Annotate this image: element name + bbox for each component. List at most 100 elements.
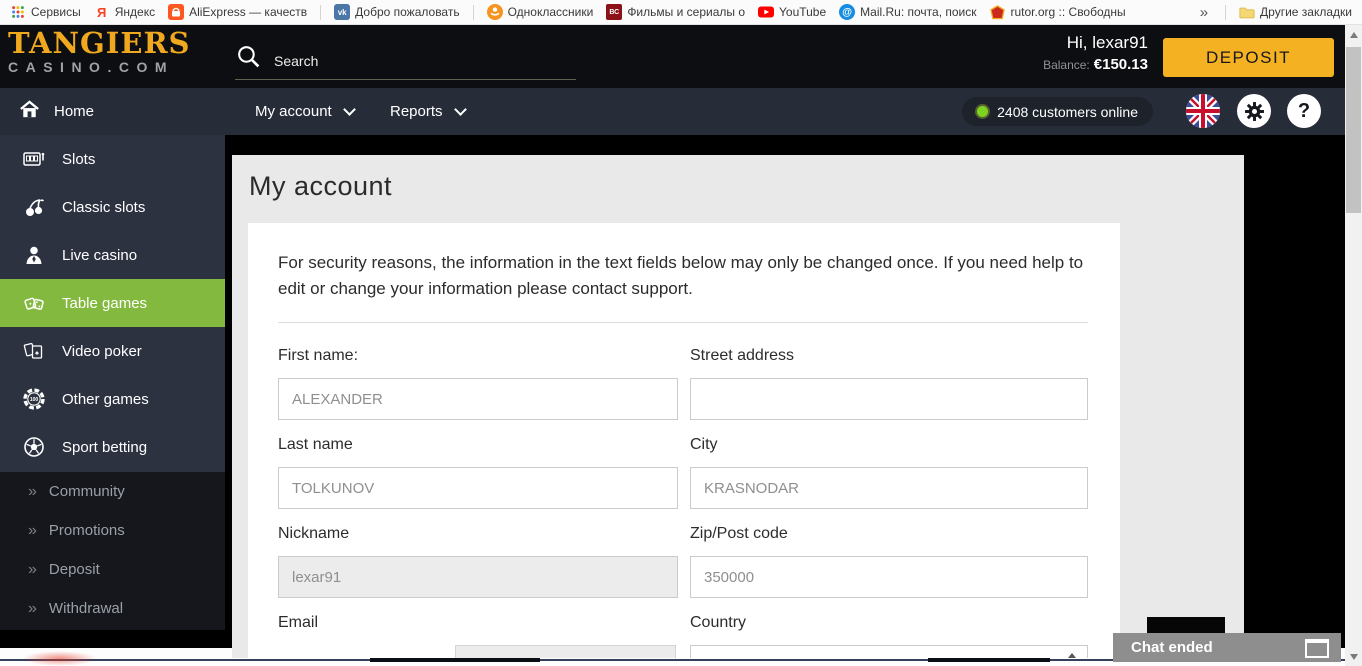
last-name-input[interactable] xyxy=(278,467,678,509)
sidebar-item-video-poker[interactable]: ♠ Video poker xyxy=(0,327,225,375)
sidebar-item-other-games[interactable]: 100 Other games xyxy=(0,375,225,423)
user-info: Hi, lexar91 Balance: €150.13 xyxy=(1043,32,1148,75)
taskbar-segment xyxy=(370,658,540,662)
bookmark-movies[interactable]: ВС Фильмы и сериалы о xyxy=(606,4,745,20)
first-name-input[interactable] xyxy=(278,378,678,420)
bookmark-rutor[interactable]: rutor.org :: Свободны xyxy=(990,4,1126,20)
bookmark-label: Добро пожаловать xyxy=(355,5,460,19)
site-header: TANGIERS CASINO.COM Hi, lexar91 Balance:… xyxy=(0,25,1345,88)
balance-row: Balance: €150.13 xyxy=(1043,55,1148,75)
scrollbar-thumb[interactable] xyxy=(1346,47,1361,213)
football-icon xyxy=(20,435,47,459)
yandex-icon: Я xyxy=(97,4,107,20)
language-flag-button[interactable] xyxy=(1186,94,1220,128)
security-notice: For security reasons, the information in… xyxy=(278,253,1084,298)
sidebar-item-promotions[interactable]: » Promotions xyxy=(0,511,225,550)
sidebar-item-deposit[interactable]: » Deposit xyxy=(0,550,225,589)
chip-icon: 100 xyxy=(20,387,47,411)
bookmark-aliexpress[interactable]: AliExpress — качеств xyxy=(168,4,307,20)
nav-reports[interactable]: Reports xyxy=(390,88,467,135)
sidebar-item-live-casino[interactable]: Live casino xyxy=(0,231,225,279)
site-logo[interactable]: TANGIERS CASINO.COM xyxy=(8,28,190,75)
nav-home[interactable]: Home xyxy=(18,88,94,135)
logo-line2: CASINO.COM xyxy=(8,59,174,75)
select-caret-icon xyxy=(1068,653,1076,658)
customers-online-text: 2408 customers online xyxy=(997,103,1138,120)
screen: Сервисы Я Яндекс AliExpress — качеств vk… xyxy=(0,0,1362,666)
bookmark-label: Фильмы и сериалы о xyxy=(627,5,745,19)
sidebar-item-community[interactable]: » Community xyxy=(0,472,225,511)
country-select[interactable]: Russian Federation xyxy=(690,645,1088,658)
dice-icon xyxy=(20,291,47,315)
sidebar-item-withdrawal[interactable]: » Withdrawal xyxy=(0,589,225,628)
chevron-down-icon xyxy=(453,103,467,116)
sidebar-item-sport-betting[interactable]: Sport betting xyxy=(0,423,225,471)
search-input[interactable] xyxy=(262,53,554,77)
nickname-label: Nickname xyxy=(278,525,350,542)
divider xyxy=(278,322,1088,323)
cards-icon: ♠ xyxy=(20,339,47,363)
sidebar-item-label: Other games xyxy=(62,390,149,408)
search-icon[interactable] xyxy=(235,43,262,75)
browser-scrollbar[interactable] xyxy=(1345,25,1362,666)
bookmark-separator xyxy=(320,4,322,20)
sidebar-item-label: Community xyxy=(48,483,125,500)
bookmarks-overflow-chevron[interactable]: » xyxy=(1196,4,1212,21)
sidebar-item-slots[interactable]: Slots xyxy=(0,135,225,183)
online-status-dot xyxy=(977,106,989,117)
bookmark-label: Сервисы xyxy=(31,5,81,19)
scrollbar-down-button[interactable] xyxy=(1345,648,1362,665)
question-mark-icon: ? xyxy=(1297,99,1311,122)
bookmark-services[interactable]: Сервисы xyxy=(10,4,81,20)
help-button[interactable]: ? xyxy=(1287,94,1321,128)
country-label: Country xyxy=(690,614,747,631)
sidebar-item-label: Deposit xyxy=(48,561,100,578)
restore-window-icon[interactable] xyxy=(1305,639,1329,658)
nickname-input xyxy=(278,556,678,598)
scrollbar-up-button[interactable] xyxy=(1345,26,1362,43)
sidebar-item-label: Sport betting xyxy=(62,438,148,456)
other-bookmarks-button[interactable]: Другие закладки xyxy=(1239,4,1352,20)
bookmark-label: rutor.org :: Свободны xyxy=(1010,5,1126,19)
deposit-button[interactable]: DEPOSIT xyxy=(1163,38,1334,77)
bookmark-youtube[interactable]: YouTube xyxy=(758,4,826,20)
browser-bookmarks-bar: Сервисы Я Яндекс AliExpress — качеств vk… xyxy=(0,0,1362,25)
email-label: Email xyxy=(278,614,319,631)
chat-status-bar[interactable]: Chat ended xyxy=(1113,633,1341,662)
city-input[interactable] xyxy=(690,467,1088,509)
rutor-icon xyxy=(990,4,1006,20)
sidebar-item-classic-slots[interactable]: Classic slots xyxy=(0,183,225,231)
youtube-icon xyxy=(758,4,774,20)
chevron-down-icon xyxy=(342,103,356,116)
vs-badge-icon: ВС xyxy=(606,4,623,20)
email-input xyxy=(455,645,676,658)
zip-input[interactable] xyxy=(690,556,1088,598)
chat-status-label: Chat ended xyxy=(1131,639,1213,656)
bookmark-yandex[interactable]: Я Яндекс xyxy=(94,4,155,20)
other-bookmarks-label: Другие закладки xyxy=(1260,5,1352,19)
bookmark-vk[interactable]: vk Добро пожаловать xyxy=(334,4,460,20)
account-form-card: For security reasons, the information in… xyxy=(248,223,1120,658)
sidebar-item-table-games[interactable]: Table games xyxy=(0,279,225,327)
city-label: City xyxy=(690,436,718,453)
nav-my-account[interactable]: My account xyxy=(255,88,356,135)
bookmark-odnoklassniki[interactable]: Одноклассники xyxy=(486,4,593,20)
taskbar-segment xyxy=(928,658,1050,662)
street-address-input[interactable] xyxy=(690,378,1088,420)
balance-value: €150.13 xyxy=(1093,55,1148,73)
main-content-panel: My account For security reasons, the inf… xyxy=(232,155,1244,658)
nav-reports-label: Reports xyxy=(390,103,443,120)
slot-machine-icon xyxy=(20,147,47,171)
bookmark-mailru[interactable]: @ Mail.Ru: почта, поиск xyxy=(839,4,977,20)
country-selected-value: Russian Federation xyxy=(704,658,834,659)
double-chevron-icon: » xyxy=(28,599,37,617)
bookmark-label: YouTube xyxy=(779,5,827,19)
page-title: My account xyxy=(249,171,393,201)
triangle-up-icon xyxy=(1349,31,1358,38)
sidebar-item-label: Video poker xyxy=(62,342,142,360)
settings-button[interactable] xyxy=(1237,94,1271,128)
bookmark-label: Mail.Ru: почта, поиск xyxy=(860,5,977,19)
gear-icon xyxy=(1244,101,1265,122)
svg-text:♠: ♠ xyxy=(35,350,39,357)
main-navbar: Home My account Reports 2408 customers o… xyxy=(0,88,1345,135)
